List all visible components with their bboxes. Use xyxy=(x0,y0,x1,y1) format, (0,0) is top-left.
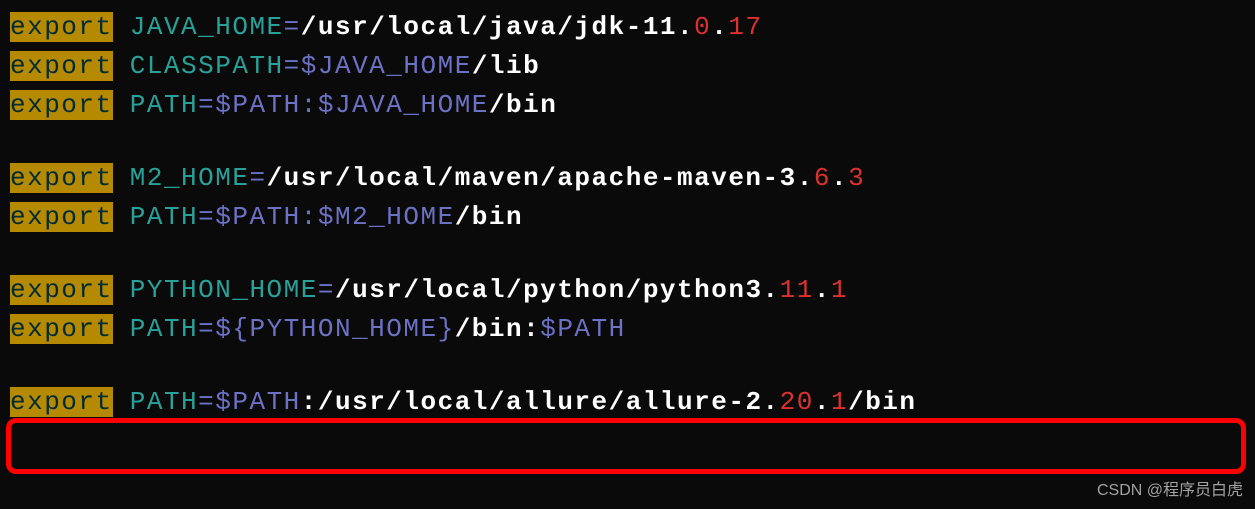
token-eq_brace_pyhome: =${PYTHON_HOME} xyxy=(198,314,455,344)
token-slash_bin: /bin xyxy=(848,387,916,417)
token-sp xyxy=(113,90,130,120)
token-allure_v20: 20 xyxy=(780,387,814,417)
token-sp xyxy=(113,12,130,42)
token-path_var: PATH xyxy=(130,90,198,120)
token-python_home_var: PYTHON_HOME xyxy=(130,275,318,305)
token-classpath_var: CLASSPATH xyxy=(130,51,284,81)
token-eq: = xyxy=(318,275,335,305)
token-slash_bin_colon: /bin: xyxy=(455,314,541,344)
token-export: export xyxy=(10,275,113,305)
token-sp xyxy=(113,275,130,305)
token-dot: . xyxy=(814,275,831,305)
token-path_var: PATH xyxy=(130,314,198,344)
token-eq_path_m2home: =$PATH:$M2_HOME xyxy=(198,202,455,232)
code-line[interactable]: export JAVA_HOME=/usr/local/java/jdk-11.… xyxy=(10,8,1245,47)
code-line[interactable]: export M2_HOME=/usr/local/maven/apache-m… xyxy=(10,159,1245,198)
token-m2_v3: 3 xyxy=(848,163,865,193)
token-eq_dollar_path: =$PATH xyxy=(198,387,301,417)
token-slash_lib: /lib xyxy=(472,51,540,81)
token-eq_dollar_javahome: =$JAVA_HOME xyxy=(284,51,472,81)
token-sp xyxy=(113,51,130,81)
token-m2_v6: 6 xyxy=(814,163,831,193)
token-java_v17: 17 xyxy=(728,12,762,42)
token-py_v1: 1 xyxy=(831,275,848,305)
token-export: export xyxy=(10,314,113,344)
token-eq: = xyxy=(284,12,301,42)
token-eq: = xyxy=(249,163,266,193)
token-path_var: PATH xyxy=(130,202,198,232)
token-slash_bin: /bin xyxy=(489,90,557,120)
watermark: CSDN @程序员白虎 xyxy=(1097,479,1243,503)
code-line[interactable]: export PATH=${PYTHON_HOME}/bin:$PATH xyxy=(10,310,1245,349)
code-line[interactable]: export PATH=$PATH:$JAVA_HOME/bin xyxy=(10,86,1245,125)
token-sp xyxy=(113,163,130,193)
token-dot: . xyxy=(814,387,831,417)
token-m2_path_prefix: /usr/local/maven/apache-maven-3. xyxy=(267,163,814,193)
token-export: export xyxy=(10,387,113,417)
code-line[interactable]: export CLASSPATH=$JAVA_HOME/lib xyxy=(10,47,1245,86)
token-export: export xyxy=(10,90,113,120)
token-python_path_prefix: /usr/local/python/python3. xyxy=(335,275,780,305)
token-java_path_prefix: /usr/local/java/jdk-11. xyxy=(301,12,694,42)
token-m2_home_var: M2_HOME xyxy=(130,163,250,193)
blank-line xyxy=(10,237,1245,271)
token-py_v11: 11 xyxy=(780,275,814,305)
token-path_var: PATH xyxy=(130,387,198,417)
token-sp xyxy=(113,202,130,232)
blank-line xyxy=(10,125,1245,159)
code-line[interactable]: export PYTHON_HOME=/usr/local/python/pyt… xyxy=(10,271,1245,310)
token-dot: . xyxy=(831,163,848,193)
token-eq_path_javahome: =$PATH:$JAVA_HOME xyxy=(198,90,489,120)
code-line[interactable]: export PATH=$PATH:/usr/local/allure/allu… xyxy=(10,383,1245,422)
token-allure_v1: 1 xyxy=(831,387,848,417)
token-export: export xyxy=(10,12,113,42)
token-dot: . xyxy=(711,12,728,42)
token-allure_path_prefix: :/usr/local/allure/allure-2. xyxy=(301,387,780,417)
token-dollar_path: $PATH xyxy=(540,314,626,344)
code-line[interactable]: export PATH=$PATH:$M2_HOME/bin xyxy=(10,198,1245,237)
token-export: export xyxy=(10,51,113,81)
token-sp xyxy=(113,314,130,344)
highlight-box xyxy=(6,418,1246,474)
token-export: export xyxy=(10,202,113,232)
blank-line xyxy=(10,349,1245,383)
token-export: export xyxy=(10,163,113,193)
token-sp xyxy=(113,387,130,417)
token-java_home_var: JAVA_HOME xyxy=(130,12,284,42)
token-java_v0: 0 xyxy=(694,12,711,42)
token-slash_bin: /bin xyxy=(455,202,523,232)
terminal-editor[interactable]: export JAVA_HOME=/usr/local/java/jdk-11.… xyxy=(0,0,1255,422)
